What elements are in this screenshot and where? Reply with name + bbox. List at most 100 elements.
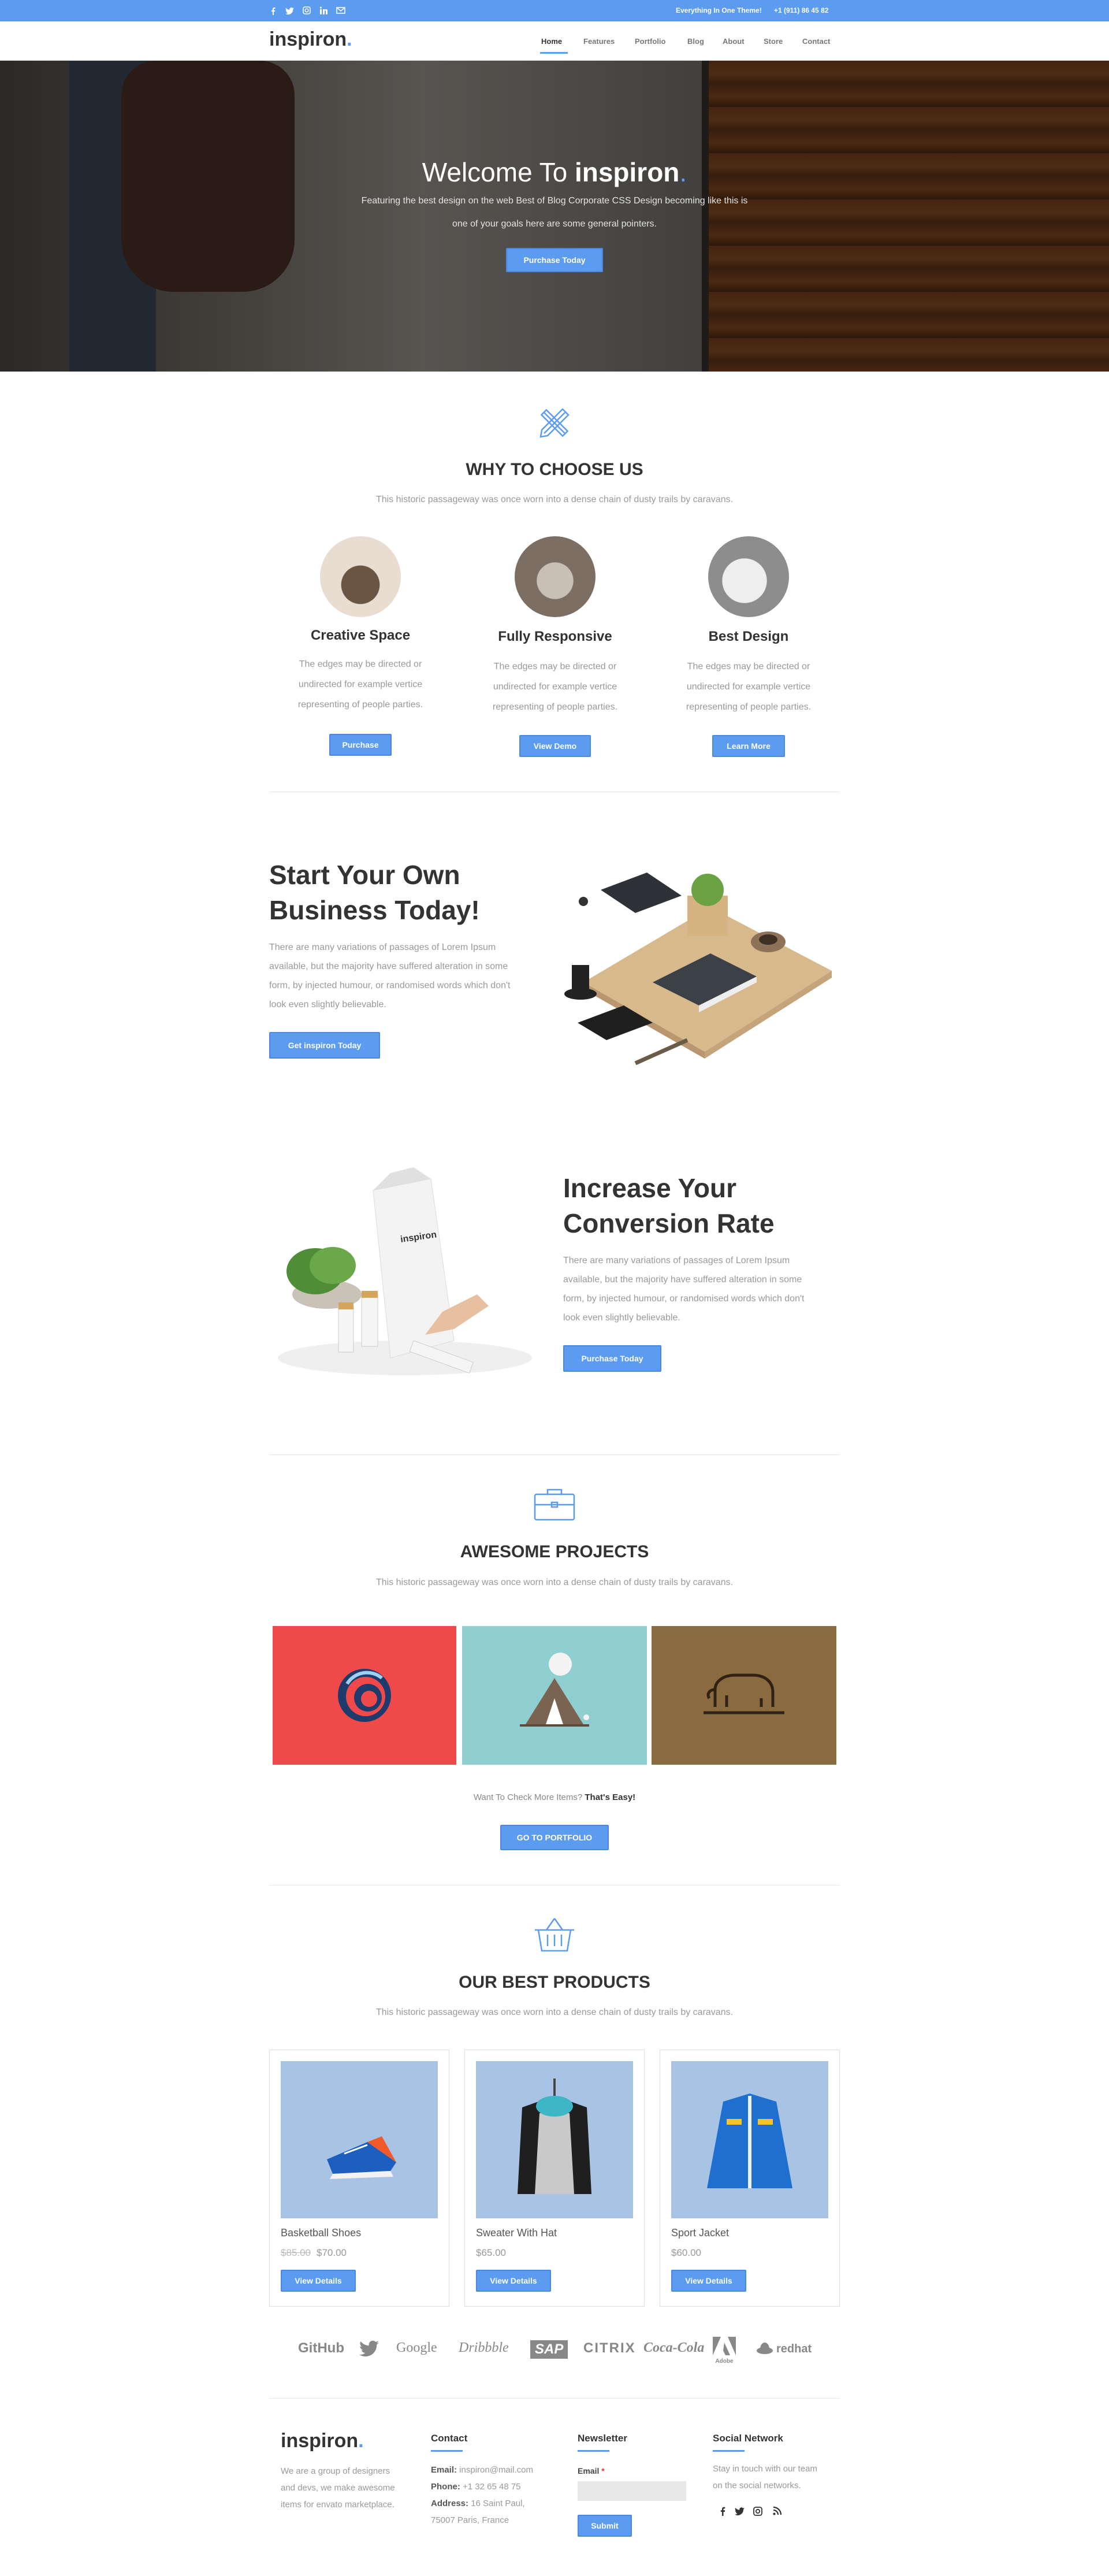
- nav-blog[interactable]: Blog: [687, 37, 704, 46]
- product-name[interactable]: Sweater With Hat: [476, 2227, 557, 2239]
- feature-text-line2: undirected for example vertice: [493, 682, 617, 692]
- feature-text-line3: representing of people parties.: [492, 702, 618, 712]
- business-text-line4: look even slightly believable.: [269, 1000, 386, 1009]
- product-name[interactable]: Basketball Shoes: [281, 2227, 361, 2239]
- facebook-icon[interactable]: [720, 2507, 725, 2516]
- footer-phone: Phone: +1 32 65 48 75: [431, 2478, 521, 2495]
- instagram-icon[interactable]: [303, 6, 311, 14]
- view-demo-button[interactable]: View Demo: [519, 735, 591, 757]
- twitter-icon[interactable]: [285, 7, 294, 15]
- product-image[interactable]: [671, 2061, 828, 2218]
- view-details-button[interactable]: View Details: [671, 2270, 746, 2292]
- pencil-ruler-icon: [539, 408, 570, 438]
- adobe-mark-icon: [713, 2337, 736, 2355]
- footer-phone-label: Phone:: [431, 2482, 460, 2492]
- creative-space-image: [320, 536, 401, 617]
- footer-title-underline: [431, 2450, 463, 2452]
- newsletter-email-input[interactable]: [578, 2481, 686, 2501]
- best-design-image: [708, 536, 789, 617]
- coca-cola-logo: Coca-Cola: [643, 2340, 705, 2355]
- hero-section: Welcome To inspiron. Featuring the best …: [0, 61, 1109, 372]
- logo-dot: .: [347, 28, 352, 50]
- stationery-mockup-image: [564, 873, 832, 1066]
- linkedin-icon[interactable]: [319, 6, 328, 15]
- footer-contact-title: Contact: [431, 2433, 468, 2444]
- get-inspiron-button[interactable]: Get inspiron Today: [269, 1032, 380, 1059]
- adobe-logo: Adobe: [713, 2337, 736, 2365]
- footer-logo[interactable]: inspiron.: [281, 2430, 364, 2452]
- rss-icon[interactable]: [773, 2507, 781, 2515]
- github-logo: GitHub: [298, 2340, 344, 2356]
- footer-email-value[interactable]: inspiron@mail.com: [457, 2465, 533, 2475]
- divider: [269, 2398, 840, 2399]
- jacket-image: [707, 2094, 792, 2188]
- conversion-purchase-button[interactable]: Purchase Today: [563, 1345, 661, 1372]
- nav-store[interactable]: Store: [764, 37, 783, 46]
- top-bar: Everything In One Theme! +1 (911) 86 45 …: [0, 0, 1109, 21]
- go-to-portfolio-button[interactable]: GO TO PORTFOLIO: [500, 1825, 609, 1850]
- view-details-button[interactable]: View Details: [281, 2270, 356, 2292]
- purchase-button[interactable]: Purchase: [329, 734, 392, 756]
- footer-title-underline: [578, 2450, 609, 2452]
- mail-icon[interactable]: [336, 7, 345, 14]
- facebook-icon[interactable]: [270, 7, 277, 15]
- footer-newsletter-title: Newsletter: [578, 2433, 627, 2444]
- business-text-line3: form, by injected humour, or randomised …: [269, 981, 511, 990]
- redhat-logo: redhat: [776, 2343, 812, 2355]
- product-image[interactable]: [476, 2061, 633, 2218]
- product-card-sport-jacket[interactable]: Sport Jacket $60.00 View Details: [660, 2050, 840, 2307]
- products-title: OUR BEST PRODUCTS: [459, 1973, 650, 1992]
- project-tile-3[interactable]: [652, 1626, 836, 1765]
- logo[interactable]: inspiron.: [269, 28, 352, 51]
- footer-social-line2: on the social networks.: [713, 2481, 801, 2490]
- briefcase-icon: [534, 1489, 575, 1521]
- twitter-logo-icon: [359, 2340, 379, 2356]
- nav-contact[interactable]: Contact: [802, 37, 830, 46]
- logo-text: inspiron: [269, 28, 347, 50]
- required-marker: *: [601, 2466, 605, 2475]
- wave-logo-icon: [338, 1669, 391, 1722]
- shoe-image: [327, 2136, 396, 2179]
- footer-logo-dot: .: [358, 2430, 364, 2452]
- twitter-icon[interactable]: [735, 2507, 745, 2515]
- project-tile-2[interactable]: [462, 1626, 647, 1765]
- instagram-icon[interactable]: [753, 2507, 762, 2516]
- hero-overlay: [0, 61, 1109, 372]
- product-price: $65.00: [476, 2247, 506, 2258]
- business-title-line2: Business Today!: [269, 895, 480, 925]
- product-card-basketball-shoes[interactable]: Basketball Shoes $85.00 $70.00 View Detai…: [269, 2050, 449, 2307]
- hero-purchase-button[interactable]: Purchase Today: [506, 248, 603, 272]
- footer-about-line2: and devs, we make awesome: [281, 2483, 395, 2493]
- learn-more-button[interactable]: Learn More: [712, 735, 785, 757]
- hero-title-prefix: Welcome To: [422, 157, 575, 187]
- footer-about-line3: items for envato marketplace.: [281, 2500, 395, 2510]
- product-name[interactable]: Sport Jacket: [671, 2227, 729, 2239]
- nav-about[interactable]: About: [723, 37, 745, 46]
- hero-title-dot: .: [679, 157, 687, 187]
- why-subtitle: This historic passageway was once worn i…: [375, 495, 734, 504]
- product-image[interactable]: [281, 2061, 438, 2218]
- view-details-button[interactable]: View Details: [476, 2270, 551, 2292]
- nav-portfolio[interactable]: Portfolio: [635, 37, 665, 46]
- footer-phone-value: +1 32 65 48 75: [460, 2482, 521, 2492]
- business-text-line2: available, but the majority have suffere…: [269, 962, 508, 971]
- nav-home[interactable]: Home: [541, 37, 562, 46]
- google-logo: Google: [396, 2340, 437, 2355]
- divider: [269, 1454, 840, 1455]
- footer-logo-text: inspiron: [281, 2430, 359, 2452]
- more-items-text: Want To Check More Items? That's Easy!: [0, 1792, 1109, 1802]
- business-text-line1: There are many variations of passages of…: [269, 942, 496, 952]
- citrix-logo: CITRIX: [583, 2340, 636, 2356]
- nav-active-indicator: [540, 52, 568, 54]
- more-items-label: Want To Check More Items?: [473, 1792, 585, 1802]
- projects-title: AWESOME PROJECTS: [460, 1542, 649, 1561]
- product-card-sweater[interactable]: Sweater With Hat $65.00 View Details: [464, 2050, 645, 2307]
- newsletter-submit-button[interactable]: Submit: [578, 2515, 632, 2537]
- newsletter-email-label: Email *: [578, 2466, 605, 2475]
- feature-title: Creative Space: [310, 628, 411, 643]
- feature-title: Best Design: [708, 629, 789, 644]
- nav-features[interactable]: Features: [583, 37, 615, 46]
- project-tile-1[interactable]: [273, 1626, 456, 1765]
- projects-subtitle: This historic passageway was once worn i…: [375, 1577, 734, 1587]
- footer-social-title: Social Network: [713, 2433, 783, 2444]
